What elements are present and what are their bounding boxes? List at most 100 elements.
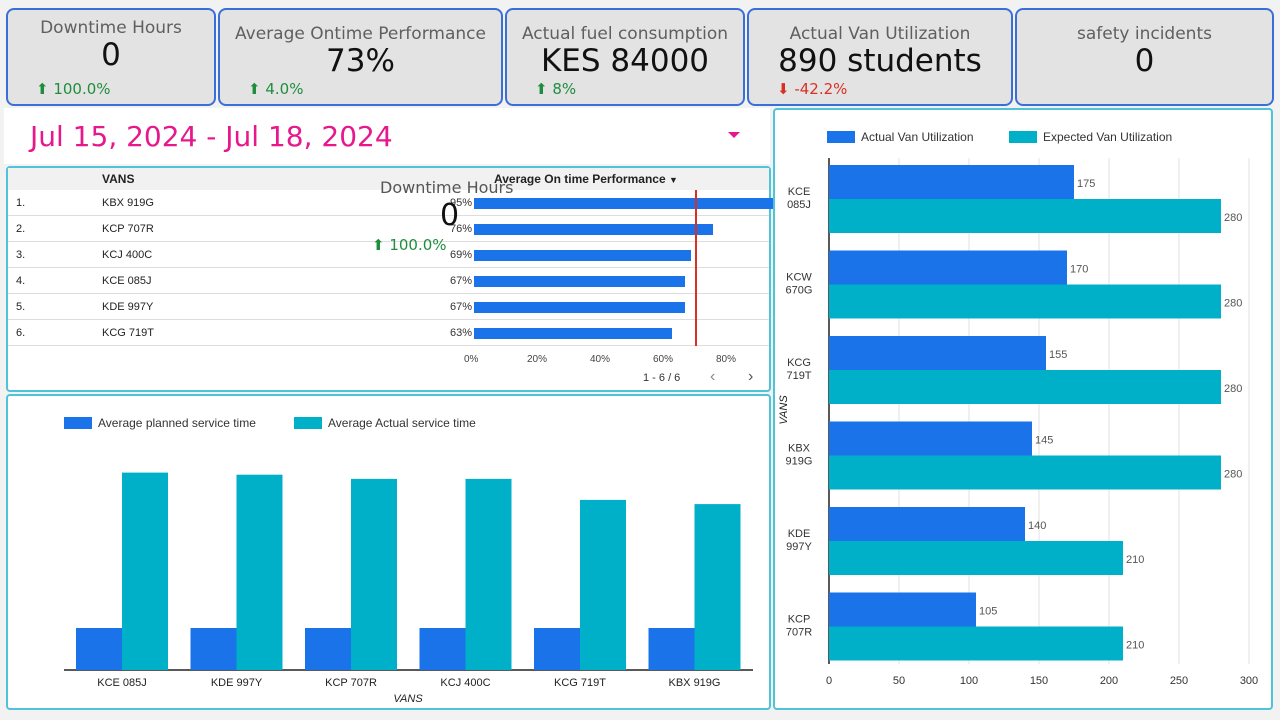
kpi-van-utilization: Actual Van Utilization 890 students ⬇ -4…	[747, 8, 1013, 106]
row-number: 1.	[16, 197, 26, 209]
table-axis-tick: 60%	[653, 354, 674, 365]
row-percent: 67%	[449, 275, 472, 287]
data-label: 210	[1126, 640, 1144, 652]
y-tick-label: KCW	[786, 272, 812, 284]
table-row[interactable]: 5. KDE 997Y 67%	[8, 294, 769, 320]
dropdown-caret-icon[interactable]	[728, 132, 740, 138]
row-number: 3.	[16, 249, 26, 261]
y-tick-label: 670G	[786, 285, 813, 297]
bar	[694, 504, 741, 670]
kpi-value: 73%	[326, 43, 395, 79]
data-label: 140	[1028, 520, 1046, 532]
bar	[829, 507, 1025, 541]
bar	[829, 541, 1123, 575]
bar	[829, 626, 1123, 661]
table-axis-tick: 0%	[464, 354, 479, 365]
row-van: KCG 719T	[102, 327, 154, 339]
service-time-svg: Average planned service time Average Actu…	[64, 416, 753, 705]
bar	[190, 628, 237, 670]
bar	[76, 628, 122, 670]
kpi-title: Average Ontime Performance	[235, 24, 486, 44]
bar	[419, 628, 466, 670]
x-tick-label: KCG 719T	[554, 677, 606, 689]
y-tick-label: KDE	[788, 528, 811, 540]
kpi-safety-incidents: safety incidents 0	[1015, 8, 1274, 106]
overlay-title: Downtime Hours	[380, 178, 514, 197]
y-tick-label: 719T	[786, 370, 811, 382]
y-tick-label: KCG	[787, 357, 811, 369]
x-tick-label: 50	[893, 675, 905, 687]
bar	[829, 336, 1046, 370]
x-tick-label: KCJ 400C	[440, 677, 490, 689]
table-row[interactable]: 4. KCE 085J 67%	[8, 268, 769, 294]
y-tick-label: KCP	[788, 614, 811, 626]
kpi-title: Downtime Hours	[40, 18, 182, 38]
x-tick-label: KCP 707R	[325, 677, 377, 689]
data-label: 280	[1224, 298, 1242, 310]
kpi-downtime-hours: Downtime Hours 0 ⬆ 100.0%	[6, 8, 216, 106]
bar	[829, 421, 1032, 456]
x-axis-label: VANS	[393, 693, 423, 705]
y-tick-label: 997Y	[786, 541, 812, 553]
kpi-delta: ⬆ 4.0%	[248, 80, 304, 98]
bar	[351, 478, 397, 670]
kpi-title: safety incidents	[1077, 24, 1212, 44]
row-percent: 63%	[449, 327, 472, 339]
x-tick-label: KBX 919G	[669, 677, 721, 689]
x-tick-label: KDE 997Y	[211, 677, 263, 689]
bar	[829, 592, 976, 627]
bar	[534, 628, 580, 670]
row-bar	[474, 328, 673, 339]
row-number: 5.	[16, 301, 26, 313]
x-tick-label: KCE 085J	[97, 677, 147, 689]
bar	[465, 478, 512, 670]
kpi-ontime-performance: Average Ontime Performance 73% ⬆ 4.0%	[218, 8, 503, 106]
row-number: 2.	[16, 223, 26, 235]
bar	[829, 199, 1221, 233]
kpi-value: 890 students	[778, 43, 982, 79]
table-axis-tick: 80%	[716, 354, 737, 365]
table-row[interactable]: 6. KCG 719T 63%	[8, 320, 769, 346]
x-tick-label: 0	[826, 675, 832, 687]
legend-swatch	[1009, 131, 1037, 143]
kpi-value: 0	[101, 37, 121, 73]
floating-downtime-kpi: Downtime Hours 0 ⬆ 100.0%	[372, 178, 520, 258]
next-page-icon[interactable]: ›	[748, 368, 753, 386]
kpi-delta: ⬆ 100.0%	[36, 80, 111, 98]
bar	[829, 165, 1074, 199]
y-tick-label: 919G	[786, 456, 813, 468]
table-axis-tick: 40%	[590, 354, 611, 365]
service-time-chart: Average planned service time Average Actu…	[6, 394, 771, 710]
data-label: 170	[1070, 264, 1088, 276]
date-range-text: Jul 15, 2024 - Jul 18, 2024	[30, 120, 393, 153]
bar	[580, 499, 626, 670]
legend-label: Expected Van Utilization	[1043, 130, 1172, 144]
x-tick-label: 200	[1100, 675, 1118, 687]
y-axis-label: VANS	[778, 395, 790, 425]
sort-caret-icon[interactable]: ▼	[669, 175, 678, 185]
data-label: 280	[1224, 383, 1242, 395]
table-axis: 0% 20% 40% 60% 80%	[8, 354, 769, 370]
column-header-ontime[interactable]: Average On time Performance ▼	[494, 172, 678, 186]
legend-label: Actual Van Utilization	[861, 130, 974, 144]
kpi-delta: ⬆ 8%	[535, 80, 577, 98]
table-axis-tick: 20%	[527, 354, 548, 365]
column-header-vans[interactable]: VANS	[102, 172, 134, 186]
x-tick-label: 300	[1240, 675, 1258, 687]
bar	[122, 472, 168, 670]
bar	[305, 628, 351, 670]
legend-label: Average planned service time	[98, 416, 256, 430]
y-tick-label: 707R	[786, 627, 812, 639]
date-range-picker[interactable]: Jul 15, 2024 - Jul 18, 2024	[4, 108, 770, 164]
prev-page-icon[interactable]: ‹	[710, 368, 715, 386]
row-van: KBX 919G	[102, 197, 154, 209]
data-label: 280	[1224, 469, 1242, 481]
x-tick-label: 250	[1170, 675, 1188, 687]
overlay-delta: ⬆ 100.0%	[372, 236, 447, 254]
overlay-value: 0	[440, 198, 460, 233]
row-number: 4.	[16, 275, 26, 287]
pagination-label: 1 - 6 / 6	[643, 372, 681, 384]
y-tick-label: KBX	[788, 443, 811, 455]
row-bar	[474, 276, 686, 287]
x-tick-label: 100	[960, 675, 978, 687]
